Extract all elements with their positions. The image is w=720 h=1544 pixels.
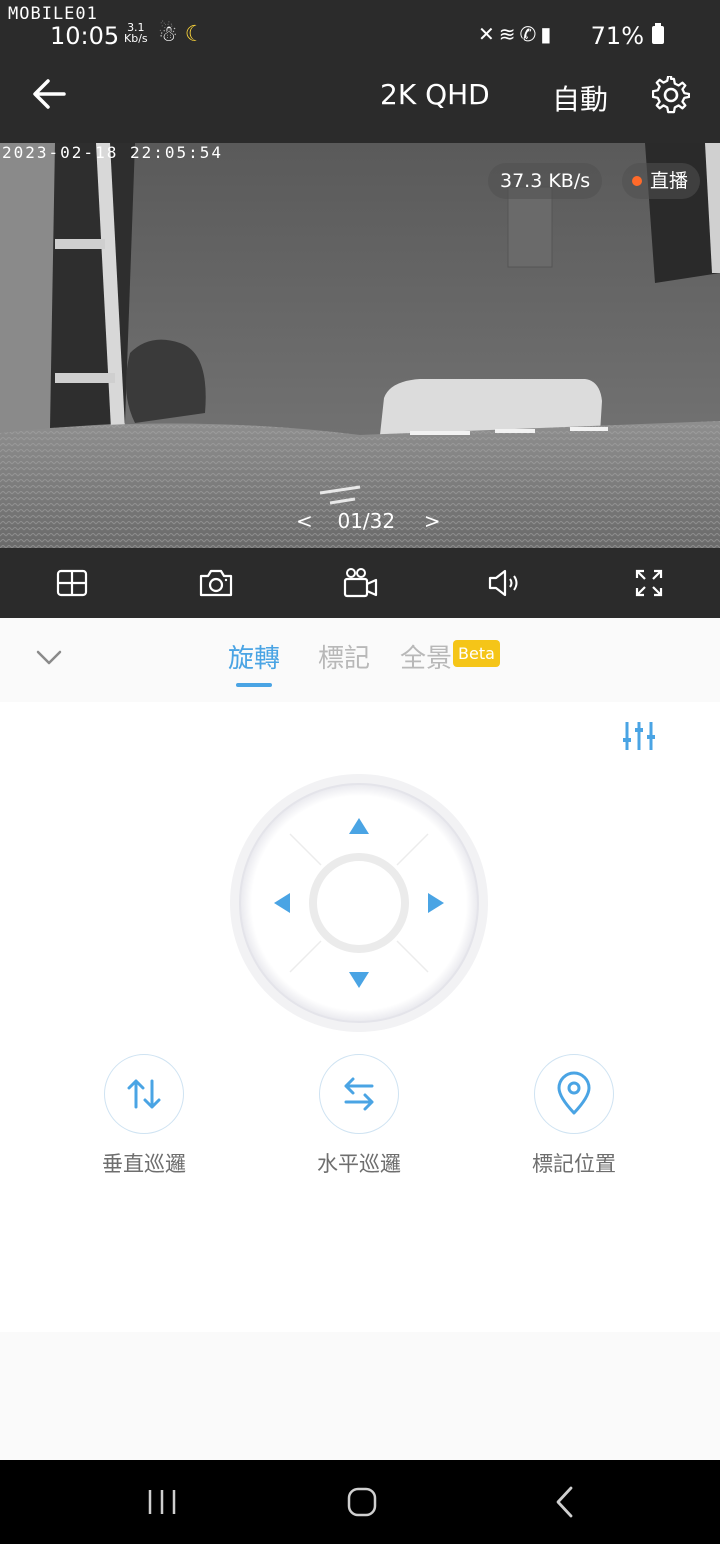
recent-apps-button[interactable] bbox=[142, 1482, 182, 1522]
tab-panorama[interactable]: 全景 bbox=[400, 638, 452, 675]
net-speed-unit: Kb/s bbox=[124, 32, 148, 45]
app-screen: MOBILE01 10:05 3.1 Kb/s ☃ ☾ ✕≋✆▮ 71% 2K … bbox=[0, 0, 720, 1544]
grid-view-button[interactable] bbox=[53, 564, 91, 602]
battery-icon bbox=[652, 23, 664, 44]
pager-prev-button[interactable]: < bbox=[296, 509, 313, 533]
volume-button[interactable] bbox=[485, 564, 523, 602]
feed-toolbar bbox=[0, 548, 720, 618]
tab-rotate[interactable]: 旋轉 bbox=[228, 638, 280, 675]
vertical-patrol-button[interactable]: 垂直巡邏 bbox=[64, 1054, 224, 1184]
record-button[interactable] bbox=[341, 564, 379, 602]
system-back-button[interactable] bbox=[546, 1482, 586, 1522]
vertical-patrol-label: 垂直巡邏 bbox=[102, 1152, 186, 1176]
top-bar: MOBILE01 10:05 3.1 Kb/s ☃ ☾ ✕≋✆▮ 71% 2K … bbox=[0, 0, 720, 143]
signal-icon: ▮ bbox=[540, 22, 556, 46]
back-button[interactable] bbox=[30, 76, 70, 112]
camera-icon bbox=[199, 569, 233, 597]
vertical-patrol-circle[interactable] bbox=[104, 1054, 184, 1134]
chevron-down-icon bbox=[36, 650, 62, 665]
control-tabs: 旋轉 標記 全景 Beta bbox=[0, 618, 720, 702]
horizontal-patrol-label: 水平巡邏 bbox=[317, 1152, 401, 1176]
live-label: 直播 bbox=[650, 170, 689, 192]
video-camera-icon bbox=[343, 568, 378, 598]
mute-icon: ✕ bbox=[478, 22, 499, 46]
status-time: 10:05 bbox=[50, 22, 120, 50]
live-dot-icon bbox=[632, 176, 642, 186]
tab-mark[interactable]: 標記 bbox=[318, 638, 370, 675]
system-nav-bar bbox=[0, 1460, 720, 1544]
grid-icon bbox=[56, 569, 88, 597]
status-left-icons: ☃ ☾ bbox=[158, 22, 204, 47]
pager-next-button[interactable]: > bbox=[424, 509, 441, 533]
speaker-icon bbox=[488, 569, 518, 597]
notification-icon: ☃ bbox=[158, 22, 178, 47]
gear-icon bbox=[651, 74, 691, 114]
home-icon bbox=[347, 1487, 377, 1517]
status-right-icons: ✕≋✆▮ bbox=[478, 22, 555, 46]
chevron-left-icon bbox=[556, 1486, 573, 1518]
call-icon: ✆ bbox=[519, 22, 541, 46]
camera-feed[interactable]: 2023-02-18 22:05:54 37.3 KB/s 直播 < 01/32… bbox=[0, 143, 720, 548]
joystick-graphic bbox=[230, 774, 488, 1032]
horizontal-arrows-icon bbox=[344, 1077, 374, 1111]
mark-position-circle[interactable] bbox=[534, 1054, 614, 1134]
mark-position-label: 標記位置 bbox=[532, 1152, 616, 1176]
live-badge: 直播 bbox=[622, 163, 701, 199]
wifi-icon: ≋ bbox=[498, 22, 520, 46]
home-button[interactable] bbox=[342, 1482, 382, 1522]
horizontal-patrol-circle[interactable] bbox=[319, 1054, 399, 1134]
mark-position-button[interactable]: 標記位置 bbox=[494, 1054, 654, 1184]
empty-area bbox=[0, 1332, 720, 1460]
watermark: MOBILE01 bbox=[8, 4, 98, 24]
camera-image bbox=[0, 143, 720, 548]
pager-text: 01/32 bbox=[337, 509, 396, 533]
fullscreen-icon bbox=[635, 569, 663, 597]
horizontal-patrol-button[interactable]: 水平巡邏 bbox=[279, 1054, 439, 1184]
ptz-panel: 垂直巡邏 水平巡邏 標記位置 bbox=[0, 702, 720, 1332]
active-tab-indicator bbox=[236, 683, 272, 687]
recent-apps-icon bbox=[148, 1490, 176, 1514]
sliders-icon bbox=[623, 722, 655, 750]
feed-timestamp: 2023-02-18 22:05:54 bbox=[2, 143, 224, 162]
ptz-settings-button[interactable] bbox=[620, 718, 658, 754]
beta-badge: Beta bbox=[453, 640, 500, 667]
quality-selector[interactable]: 2K QHD bbox=[380, 78, 490, 111]
ptz-joystick[interactable] bbox=[228, 772, 490, 1034]
snapshot-button[interactable] bbox=[197, 564, 235, 602]
status-battery-text: 71% bbox=[590, 22, 644, 50]
fullscreen-button[interactable] bbox=[630, 564, 668, 602]
settings-button[interactable] bbox=[651, 74, 691, 114]
arrow-left-icon bbox=[33, 79, 66, 109]
status-net-speed: 3.1 Kb/s bbox=[124, 22, 148, 44]
mode-selector[interactable]: 自動 bbox=[552, 78, 608, 118]
vertical-arrows-icon bbox=[127, 1079, 161, 1109]
feed-pager: < 01/32 > bbox=[296, 509, 441, 533]
bitrate-badge: 37.3 KB/s bbox=[488, 163, 603, 199]
collapse-button[interactable] bbox=[34, 644, 64, 670]
moon-icon: ☾ bbox=[184, 22, 205, 47]
map-pin-icon bbox=[557, 1071, 591, 1115]
